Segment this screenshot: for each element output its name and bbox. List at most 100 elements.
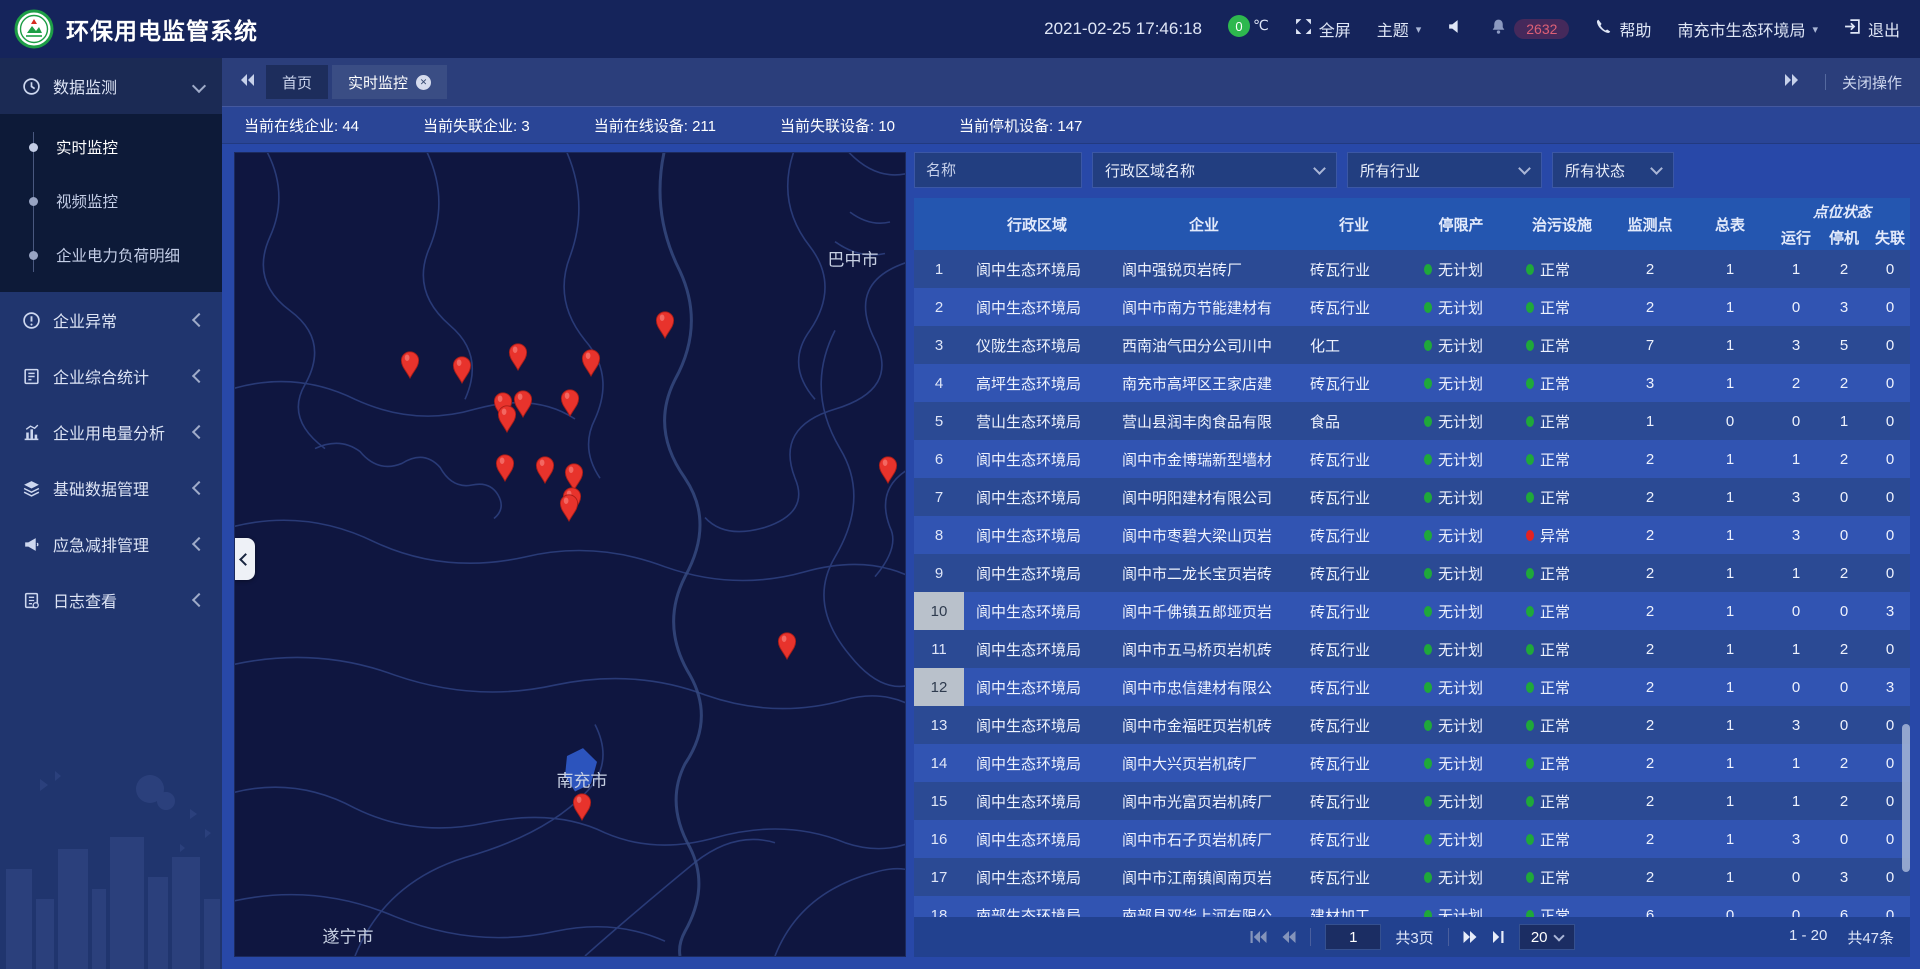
table-row[interactable]: 8阆中生态环境局阆中市枣碧大梁山页岩砖瓦行业无计划异常21300 [914,516,1910,554]
table-row[interactable]: 9阆中生态环境局阆中市二龙长宝页岩砖砖瓦行业无计划正常21120 [914,554,1910,592]
col-subheader-失联[interactable]: 失联 [1868,227,1912,248]
sidebar-subitem-企业电力负荷明细[interactable]: 企业电力负荷明细 [0,228,222,282]
sidebar-item-日志查看[interactable]: 日志查看 [0,572,222,628]
table-row[interactable]: 7阆中生态环境局阆中明阳建材有限公司砖瓦行业无计划正常21300 [914,478,1910,516]
chevron-down-icon [1518,162,1531,175]
fullscreen-button[interactable]: 全屏 [1295,17,1351,41]
sidebar-item-数据监测[interactable]: 数据监测 [0,58,222,114]
map-marker-icon[interactable] [494,453,516,482]
logout-button[interactable]: 退出 [1844,17,1900,41]
sidebar-subitem-视频监控[interactable]: 视频监控 [0,174,222,228]
sidebar-item-应急减排管理[interactable]: 应急减排管理 [0,516,222,572]
table-row[interactable]: 6阆中生态环境局阆中市金博瑞新型墙材砖瓦行业无计划正常21120 [914,440,1910,478]
next-page-button[interactable] [1463,930,1478,944]
region-filter-select[interactable]: 行政区域名称 [1092,152,1337,188]
map-marker-icon[interactable] [399,350,421,379]
content-area: 巴中市南充市遂宁市 行政区域名称 所有行业 [222,144,1920,969]
scrollbar-thumb[interactable] [1902,724,1910,872]
theme-button[interactable]: 主题▾ [1377,17,1422,41]
table-row[interactable]: 18南部生态环境局南部县双华上河有限公建材加工无计划正常60060 [914,896,1910,917]
user-menu[interactable]: 南充市生态环境局▾ [1677,17,1818,41]
page-size-select[interactable]: 20 [1519,924,1575,950]
map-marker-icon[interactable] [776,631,798,660]
status-filter-select[interactable]: 所有状态 [1552,152,1674,188]
map-marker-icon[interactable] [451,355,473,384]
chevron-down-icon [1553,930,1564,941]
sidebar-subitem-实时监控[interactable]: 实时监控 [0,120,222,174]
col-header-总表[interactable]: 总表 [1688,214,1772,235]
sound-button[interactable] [1447,18,1464,40]
cell-region: 阆中生态环境局 [964,601,1110,622]
table-row[interactable]: 11阆中生态环境局阆中市五马桥页岩机砖砖瓦行业无计划正常21120 [914,630,1910,668]
map-marker-icon[interactable] [571,792,593,821]
col-header-停限产[interactable]: 停限产 [1410,214,1512,235]
table-row[interactable]: 14阆中生态环境局阆中大兴页岩机砖厂砖瓦行业无计划正常21120 [914,744,1910,782]
col-header-监测点[interactable]: 监测点 [1612,214,1688,235]
table-row[interactable]: 1阆中生态环境局阆中强锐页岩砖厂砖瓦行业无计划正常21120 [914,250,1910,288]
cell-industry: 砖瓦行业 [1298,601,1410,622]
map-marker-icon[interactable] [507,342,529,371]
tabs-scroll-right-button[interactable] [1783,73,1799,91]
page-number-input[interactable] [1325,924,1381,950]
status-dot [1526,720,1534,731]
table-row[interactable]: 17阆中生态环境局阆中市江南镇阆南页岩砖瓦行业无计划正常21030 [914,858,1910,896]
table-row[interactable]: 2阆中生态环境局阆中市南方节能建材有砖瓦行业无计划正常21030 [914,288,1910,326]
cell-company: 西南油气田分公司川中 [1110,335,1298,356]
cell-running-count: 0 [1772,603,1820,620]
sidebar-item-企业异常[interactable]: 企业异常 [0,292,222,348]
cell-monitor-count: 2 [1612,869,1688,886]
col-subheader-停机[interactable]: 停机 [1820,227,1868,248]
status-dot [1424,302,1432,313]
table-row[interactable]: 10阆中生态环境局阆中千佛镇五郎垭页岩砖瓦行业无计划正常21003 [914,592,1910,630]
table-row[interactable]: 16阆中生态环境局阆中市石子页岩机砖厂砖瓦行业无计划正常21300 [914,820,1910,858]
col-header-企业[interactable]: 企业 [1110,214,1298,235]
map-marker-icon[interactable] [496,404,518,433]
map-panel[interactable]: 巴中市南充市遂宁市 [234,152,906,957]
status-dot [1526,454,1534,465]
cell-company: 营山县润丰肉食品有限 [1110,411,1298,432]
map-marker-icon[interactable] [559,388,581,417]
help-button[interactable]: 帮助 [1595,17,1651,41]
name-filter-input[interactable] [914,152,1082,188]
table-scrollbar[interactable] [1902,250,1910,917]
tabs-scroll-left-button[interactable] [240,73,256,92]
tab-实时监控[interactable]: 实时监控✕ [332,65,447,99]
sidebar-item-企业用电量分析[interactable]: 企业用电量分析 [0,404,222,460]
map-marker-icon[interactable] [877,455,899,484]
col-header-行业[interactable]: 行业 [1298,214,1410,235]
cell-industry: 砖瓦行业 [1298,639,1410,660]
map-marker-icon[interactable] [580,348,602,377]
cell-facility-status: 正常 [1512,373,1612,394]
sidebar-item-企业综合统计[interactable]: 企业综合统计 [0,348,222,404]
col-header-行政区域[interactable]: 行政区域 [964,214,1110,235]
table-row[interactable]: 3仪陇生态环境局西南油气田分公司川中化工无计划正常71350 [914,326,1910,364]
close-operations-button[interactable]: 关闭操作 [1842,72,1902,93]
pagination-bar: 共3页 20 1 - 20 共47条 [914,917,1910,957]
sidebar-item-基础数据管理[interactable]: 基础数据管理 [0,460,222,516]
table-row[interactable]: 12阆中生态环境局阆中市忠信建材有限公砖瓦行业无计划正常21003 [914,668,1910,706]
table-row[interactable]: 5营山生态环境局营山县润丰肉食品有限食品无计划正常10010 [914,402,1910,440]
sidebar-group: 企业综合统计 [0,348,222,404]
stats-icon [22,367,41,386]
prev-page-button[interactable] [1281,930,1296,944]
close-icon[interactable]: ✕ [416,75,431,90]
first-page-button[interactable] [1249,930,1267,944]
sidebar-collapse-handle[interactable] [235,538,255,580]
col-header-治污设施[interactable]: 治污设施 [1512,214,1612,235]
industry-filter-select[interactable]: 所有行业 [1347,152,1542,188]
status-dot [1526,834,1534,845]
row-number: 6 [914,440,964,478]
cell-production-status: 无计划 [1410,487,1512,508]
table-row[interactable]: 15阆中生态环境局阆中市光富页岩机砖厂砖瓦行业无计划正常21120 [914,782,1910,820]
tab-首页[interactable]: 首页 [266,65,328,99]
col-subheader-运行[interactable]: 运行 [1772,227,1820,248]
table-row[interactable]: 4高坪生态环境局南充市高坪区王家店建砖瓦行业无计划正常31220 [914,364,1910,402]
status-dot [1424,378,1432,389]
chevron-left-icon [192,481,206,495]
map-marker-icon[interactable] [534,455,556,484]
map-marker-icon[interactable] [558,493,580,522]
notifications-button[interactable]: 2632 [1490,18,1569,40]
map-marker-icon[interactable] [654,310,676,339]
table-row[interactable]: 13阆中生态环境局阆中市金福旺页岩机砖砖瓦行业无计划正常21300 [914,706,1910,744]
last-page-button[interactable] [1492,930,1505,944]
